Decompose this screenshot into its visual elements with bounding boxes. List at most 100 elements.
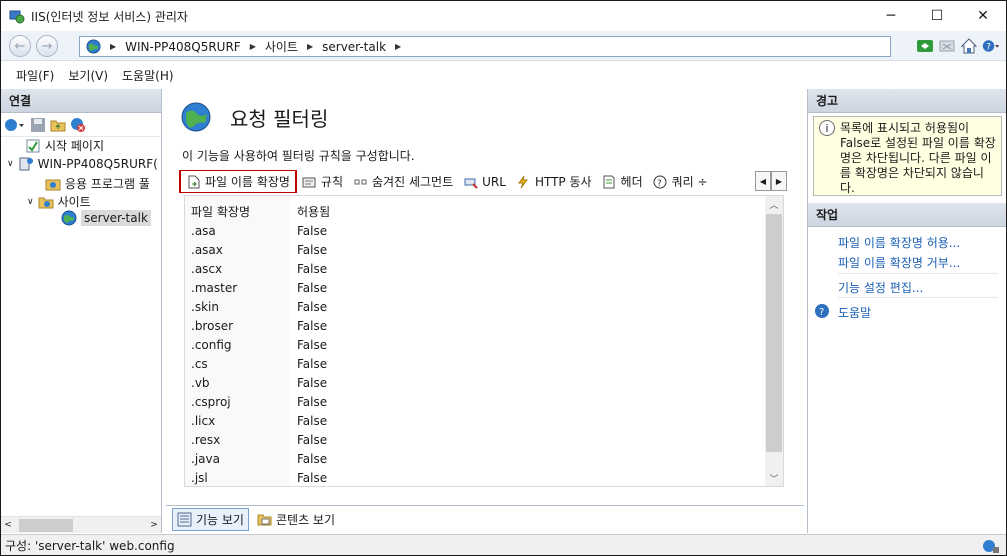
connections-panel: 연결 시작 페이지 ∨ WIN-PP408Q5RURF(응용 프로그램 풀 ∨… [1,89,162,533]
allowed-cell: False [297,395,328,409]
page-title: 요청 필터링 [230,107,329,131]
extension-cell: .java [191,452,220,466]
minimize-button[interactable]: ─ [868,1,914,31]
table-row[interactable]: .asa False [185,222,763,241]
breadcrumb-separator-icon: ▶ [110,42,117,51]
forward-button[interactable]: → [36,35,58,57]
alert-box: i 목록에 표시되고 허용됨이 False로 설정된 파일 이름 확장명은 차단… [813,116,1002,196]
deny-extension-link[interactable]: 파일 이름 확장명 거부... [838,254,960,271]
scroll-left-icon[interactable]: < [1,520,15,530]
breadcrumb-site[interactable]: server-talk [322,40,386,54]
rules-icon [302,174,317,189]
connections-header: 연결 [1,89,161,113]
extension-cell: .cs [191,357,208,371]
expand-chevron-icon[interactable]: ∨ [27,197,34,207]
features-view-button[interactable]: 기능 보기 [172,508,249,531]
back-button[interactable]: ← [9,35,31,57]
expand-chevron-icon[interactable]: ∨ [7,159,14,169]
status-network-icon [983,540,999,553]
help-link[interactable]: 도움말 [838,304,871,321]
features-view-icon [177,512,192,527]
tree-server[interactable]: ∨ WIN-PP408Q5RURF( [7,156,158,172]
extension-cell: .licx [191,414,216,428]
breadcrumb-sites[interactable]: 사이트 [265,38,298,55]
tree-sites[interactable]: ∨ 사이트 [27,193,91,210]
edit-feature-settings-link[interactable]: 기능 설정 편집... [838,279,923,296]
extension-cell: .skin [191,300,219,314]
breadcrumb-server[interactable]: WIN-PP408Q5RURF [125,40,241,54]
column-header-extension[interactable]: 파일 확장명 [191,203,250,220]
table-row[interactable]: .csproj False [185,393,763,412]
filter-tabs: 파일 이름 확장명 규칙 숨겨진 세그먼트 URL HTTP 동사 헤더 ? 쿼… [179,170,787,193]
table-row[interactable]: .resx False [185,431,763,450]
feature-panel: 요청 필터링 이 기능을 사용하여 필터링 규칙을 구성합니다. 파일 이름 확… [166,89,804,533]
table-row[interactable]: .broser False [185,317,763,336]
menu-view[interactable]: 보기(V) [68,67,108,84]
allow-extension-link[interactable]: 파일 이름 확장명 허용... [838,234,960,251]
table-row[interactable]: .licx False [185,412,763,431]
scroll-thumb[interactable] [766,214,782,452]
table-row[interactable]: .skin False [185,298,763,317]
extension-cell: .csproj [191,395,231,409]
allowed-cell: False [297,338,328,352]
tree-start-page[interactable]: 시작 페이지 [25,137,104,154]
address-bar[interactable]: ▶ WIN-PP408Q5RURF ▶ 사이트 ▶ server-talk ▶ [79,36,891,57]
tree-site-server-talk[interactable]: server-talk [61,210,151,226]
tab-scroll-left-icon[interactable]: ◀ [755,171,771,191]
maximize-button[interactable]: ☐ [914,1,960,31]
save-icon[interactable] [30,117,46,133]
table-row[interactable]: .vb False [185,374,763,393]
menu-bar: 파일(F) 보기(V) 도움말(H) [1,62,1006,88]
tree-app-pools[interactable]: 응용 프로그램 풀 [45,175,150,192]
allowed-cell: False [297,262,328,276]
scroll-up-icon[interactable]: ︿ [765,196,783,212]
table-row[interactable]: .master False [185,279,763,298]
connections-hscrollbar[interactable]: < > [1,516,161,533]
tab-hidden-segments[interactable]: 숨겨진 세그먼트 [348,170,458,193]
scroll-down-icon[interactable]: ﹀ [765,470,783,486]
website-globe-icon [61,210,77,226]
forward-arrow-icon: → [41,38,53,54]
app-pool-icon [45,179,61,190]
disconnect-icon[interactable] [70,117,86,133]
extension-cell: .asa [191,224,216,238]
menu-file[interactable]: 파일(F) [16,67,54,84]
back-arrow-icon: ← [14,38,26,54]
table-row[interactable]: .jsl False [185,469,763,488]
table-row[interactable]: .config False [185,336,763,355]
help-dropdown-icon[interactable]: ? [982,37,1000,55]
scroll-thumb[interactable] [19,518,73,532]
tab-query-strings[interactable]: ? 쿼리 ÷ [648,170,713,193]
list-vscrollbar[interactable]: ︿ ﹀ [765,196,783,486]
actions-divider [838,297,998,298]
home-icon[interactable] [960,37,978,55]
tab-headers[interactable]: 헤더 [597,170,648,193]
up-folder-icon[interactable] [50,117,66,133]
allowed-cell: False [297,281,328,295]
allowed-cell: False [297,414,328,428]
svg-text:?: ? [819,307,824,318]
tab-file-extensions[interactable]: 파일 이름 확장명 [179,170,297,193]
info-icon: i [819,120,835,136]
tab-http-verbs[interactable]: HTTP 동사 [511,170,597,193]
extension-cell: .jsl [191,471,208,485]
extension-cell: .vb [191,376,210,390]
refresh-icon[interactable] [916,37,934,55]
tab-rules[interactable]: 규칙 [297,170,348,193]
table-row[interactable]: .ascx False [185,260,763,279]
stop-icon[interactable] [938,37,956,55]
tab-scroll-buttons: ◀ ▶ [755,171,788,191]
scroll-right-icon[interactable]: > [147,520,161,530]
connect-icon[interactable] [4,117,26,133]
table-row[interactable]: .java False [185,450,763,469]
table-row[interactable]: .cs False [185,355,763,374]
allowed-cell: False [297,452,328,466]
column-header-allowed[interactable]: 허용됨 [297,203,330,220]
menu-help[interactable]: 도움말(H) [122,67,174,84]
table-row[interactable]: .asax False [185,241,763,260]
tab-scroll-right-icon[interactable]: ▶ [771,171,787,191]
close-button[interactable]: ✕ [960,1,1006,31]
allowed-cell: False [297,224,328,238]
tab-url[interactable]: URL [458,170,511,193]
content-view-button[interactable]: 콘텐츠 보기 [253,509,339,530]
